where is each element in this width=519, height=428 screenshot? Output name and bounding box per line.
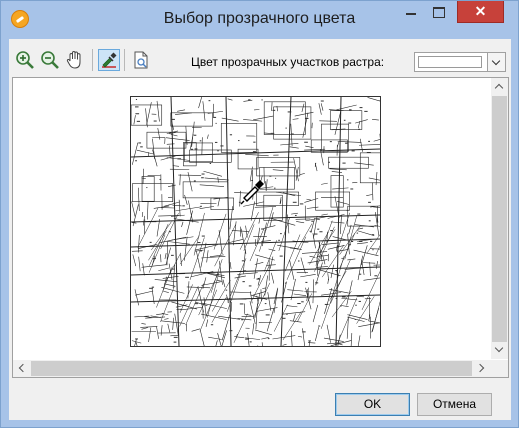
scroll-left-icon[interactable] [13,360,30,377]
pick-color-button[interactable] [98,49,120,71]
vertical-scroll-thumb[interactable] [492,96,507,342]
minimize-button[interactable] [397,1,425,23]
eyedropper-icon [102,52,117,68]
transparent-color-label: Цвет прозрачных участков растра: [191,55,385,69]
dialog-body: Цвет прозрачных участков растра: OK Отме… [9,39,511,420]
raster-viewer[interactable] [12,77,509,378]
cancel-button[interactable]: Отмена [417,393,492,416]
pan-button[interactable] [64,49,86,71]
page-view-button[interactable] [130,49,152,71]
scrollbar-corner [491,360,508,377]
horizontal-scroll-thumb[interactable] [31,361,472,376]
scroll-down-icon[interactable] [491,342,508,359]
vertical-scrollbar[interactable] [491,78,508,359]
page-view-icon [134,51,148,69]
transparent-color-dropdown[interactable] [414,52,506,72]
color-swatch [418,56,482,68]
zoom-in-button[interactable] [14,49,36,71]
horizontal-scrollbar[interactable] [13,360,491,377]
scroll-up-icon[interactable] [491,78,508,95]
zoom-out-button[interactable] [39,49,61,71]
toolbar-separator [92,49,93,71]
scroll-right-icon[interactable] [474,360,491,377]
zoom-out-icon [41,51,59,69]
title-bar[interactable]: Выбор прозрачного цвета ✕ [1,1,518,39]
pan-hand-icon [66,50,81,69]
raster-map-image[interactable] [130,96,381,347]
chevron-down-icon[interactable] [487,53,505,71]
ok-button[interactable]: OK [335,393,410,416]
zoom-in-icon [16,51,34,69]
maximize-button[interactable] [425,1,453,23]
toolbar-separator [124,49,125,71]
dialog-window: Выбор прозрачного цвета ✕ Цвет прозрачны… [0,0,519,428]
close-button[interactable]: ✕ [457,1,504,23]
toolbar: Цвет прозрачных участков растра: [9,39,511,77]
